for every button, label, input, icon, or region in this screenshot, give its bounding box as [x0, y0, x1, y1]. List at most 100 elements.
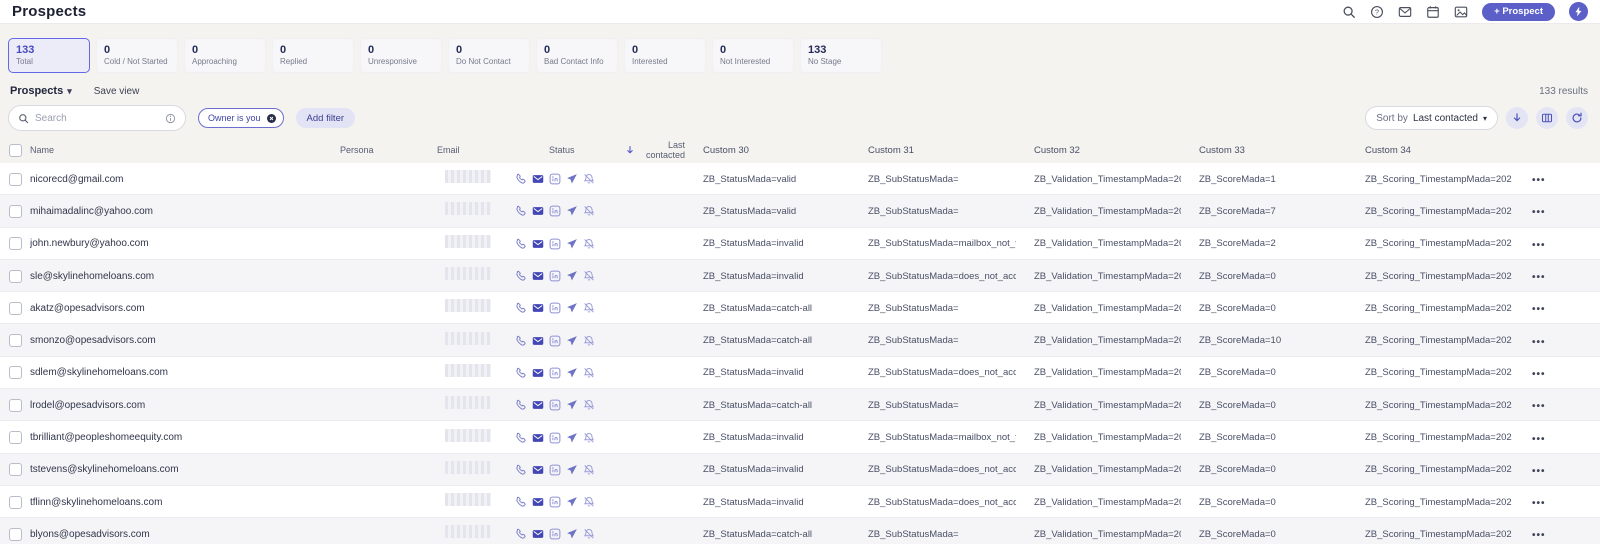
- quick-actions-avatar[interactable]: [1569, 2, 1588, 21]
- bell-slash-icon[interactable]: [583, 528, 595, 540]
- row-actions-button[interactable]: •••: [1532, 401, 1546, 412]
- email-icon[interactable]: [532, 432, 544, 444]
- email-icon[interactable]: [532, 335, 544, 347]
- email-icon[interactable]: [532, 528, 544, 540]
- image-icon[interactable]: [1454, 5, 1468, 19]
- phone-icon[interactable]: [515, 205, 527, 217]
- row-actions-button[interactable]: •••: [1532, 530, 1546, 541]
- mail-icon[interactable]: [1398, 5, 1412, 19]
- row-checkbox[interactable]: [8, 334, 22, 348]
- linkedin-icon[interactable]: [549, 205, 561, 217]
- linkedin-icon[interactable]: [549, 238, 561, 250]
- phone-icon[interactable]: [515, 464, 527, 476]
- phone-icon[interactable]: [515, 238, 527, 250]
- email-icon[interactable]: [532, 270, 544, 282]
- row-checkbox[interactable]: [8, 269, 22, 283]
- search-input[interactable]: [35, 112, 159, 124]
- phone-icon[interactable]: [515, 367, 527, 379]
- header-status[interactable]: Status: [515, 145, 625, 155]
- row-checkbox[interactable]: [8, 204, 22, 218]
- phone-icon[interactable]: [515, 270, 527, 282]
- email-icon[interactable]: [532, 238, 544, 250]
- linkedin-icon[interactable]: [549, 496, 561, 508]
- row-actions-button[interactable]: •••: [1532, 434, 1546, 445]
- row-checkbox[interactable]: [8, 301, 22, 315]
- send-icon[interactable]: [566, 496, 578, 508]
- email-icon[interactable]: [532, 399, 544, 411]
- phone-icon[interactable]: [515, 302, 527, 314]
- header-custom34[interactable]: Custom 34: [1347, 145, 1512, 156]
- email-icon[interactable]: [532, 496, 544, 508]
- row-actions-button[interactable]: •••: [1532, 175, 1546, 186]
- search-input-container[interactable]: [8, 105, 186, 131]
- stage-stat-card[interactable]: 0 Interested: [624, 38, 706, 73]
- email-icon[interactable]: [532, 367, 544, 379]
- columns-button[interactable]: [1536, 107, 1558, 129]
- header-custom32[interactable]: Custom 32: [1016, 145, 1181, 156]
- stage-stat-card[interactable]: 0 Approaching: [184, 38, 266, 73]
- stage-stat-card[interactable]: 0 Unresponsive: [360, 38, 442, 73]
- bell-slash-icon[interactable]: [583, 367, 595, 379]
- header-email[interactable]: Email: [437, 145, 515, 155]
- linkedin-icon[interactable]: [549, 173, 561, 185]
- header-custom31[interactable]: Custom 31: [850, 145, 1016, 156]
- search-icon[interactable]: [1342, 5, 1356, 19]
- bell-slash-icon[interactable]: [583, 432, 595, 444]
- bell-slash-icon[interactable]: [583, 238, 595, 250]
- send-icon[interactable]: [566, 302, 578, 314]
- send-icon[interactable]: [566, 399, 578, 411]
- row-checkbox[interactable]: [8, 237, 22, 251]
- phone-icon[interactable]: [515, 173, 527, 185]
- prospect-name[interactable]: akatz@opesadvisors.com: [30, 303, 340, 314]
- select-all-checkbox[interactable]: [8, 143, 22, 157]
- row-actions-button[interactable]: •••: [1532, 498, 1546, 509]
- phone-icon[interactable]: [515, 496, 527, 508]
- phone-icon[interactable]: [515, 399, 527, 411]
- linkedin-icon[interactable]: [549, 464, 561, 476]
- row-actions-button[interactable]: •••: [1532, 240, 1546, 251]
- add-filter-button[interactable]: Add filter: [295, 108, 356, 128]
- prospect-name[interactable]: john.newbury@yahoo.com: [30, 238, 340, 249]
- linkedin-icon[interactable]: [549, 335, 561, 347]
- linkedin-icon[interactable]: [549, 270, 561, 282]
- row-actions-button[interactable]: •••: [1532, 207, 1546, 218]
- remove-filter-icon[interactable]: [266, 113, 277, 124]
- info-icon[interactable]: [165, 113, 176, 124]
- phone-icon[interactable]: [515, 528, 527, 540]
- prospect-name[interactable]: tflinn@skylinehomeloans.com: [30, 497, 340, 508]
- prospect-name[interactable]: nicorecd@gmail.com: [30, 174, 340, 185]
- row-actions-button[interactable]: •••: [1532, 337, 1546, 348]
- row-checkbox[interactable]: [8, 431, 22, 445]
- row-actions-button[interactable]: •••: [1532, 272, 1546, 283]
- row-actions-button[interactable]: •••: [1532, 369, 1546, 380]
- row-checkbox[interactable]: [8, 172, 22, 186]
- new-prospect-button[interactable]: + Prospect: [1482, 2, 1555, 21]
- stage-stat-card[interactable]: 0 Do Not Contact: [448, 38, 530, 73]
- header-custom33[interactable]: Custom 33: [1181, 145, 1347, 156]
- sort-select[interactable]: Sort by Last contacted ▾: [1365, 106, 1498, 130]
- prospect-name[interactable]: mihaimadalinc@yahoo.com: [30, 206, 340, 217]
- prospect-name[interactable]: sdlem@skylinehomeloans.com: [30, 367, 340, 378]
- header-persona[interactable]: Persona: [340, 145, 437, 155]
- email-icon[interactable]: [532, 205, 544, 217]
- row-checkbox[interactable]: [8, 463, 22, 477]
- send-icon[interactable]: [566, 464, 578, 476]
- row-checkbox[interactable]: [8, 527, 22, 541]
- refresh-button[interactable]: [1566, 107, 1588, 129]
- calendar-icon[interactable]: [1426, 5, 1440, 19]
- prospect-name[interactable]: blyons@opesadvisors.com: [30, 529, 340, 540]
- bell-slash-icon[interactable]: [583, 205, 595, 217]
- stage-stat-card[interactable]: 0 Replied: [272, 38, 354, 73]
- row-checkbox[interactable]: [8, 495, 22, 509]
- stage-stat-card[interactable]: 0 Not Interested: [712, 38, 794, 73]
- prospect-name[interactable]: tbrilliant@peopleshomeequity.com: [30, 432, 340, 443]
- prospect-name[interactable]: lrodel@opesadvisors.com: [30, 400, 340, 411]
- export-button[interactable]: [1506, 107, 1528, 129]
- linkedin-icon[interactable]: [549, 528, 561, 540]
- header-name[interactable]: Name: [30, 145, 340, 155]
- send-icon[interactable]: [566, 270, 578, 282]
- row-actions-button[interactable]: •••: [1532, 304, 1546, 315]
- bell-slash-icon[interactable]: [583, 496, 595, 508]
- email-icon[interactable]: [532, 464, 544, 476]
- bell-slash-icon[interactable]: [583, 302, 595, 314]
